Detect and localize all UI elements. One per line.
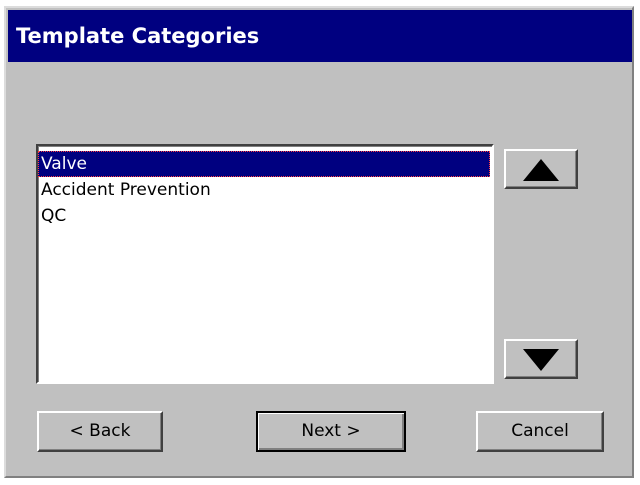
list-item-qc[interactable]: QC [38, 203, 492, 229]
cancel-button[interactable]: Cancel [476, 411, 604, 452]
category-listbox[interactable]: Valve Accident Prevention QC [36, 144, 494, 384]
list-item-accident-prevention[interactable]: Accident Prevention [38, 177, 492, 203]
triangle-down-icon [523, 349, 559, 371]
next-button[interactable]: Next > [256, 411, 406, 452]
back-button[interactable]: < Back [37, 411, 163, 452]
move-up-button[interactable] [504, 149, 578, 189]
move-down-button[interactable] [504, 339, 578, 379]
template-categories-dialog: Template Categories Valve Accident Preve… [4, 6, 634, 478]
dialog-title: Template Categories [8, 10, 632, 62]
list-item-valve[interactable]: Valve [38, 151, 490, 177]
triangle-up-icon [523, 159, 559, 181]
